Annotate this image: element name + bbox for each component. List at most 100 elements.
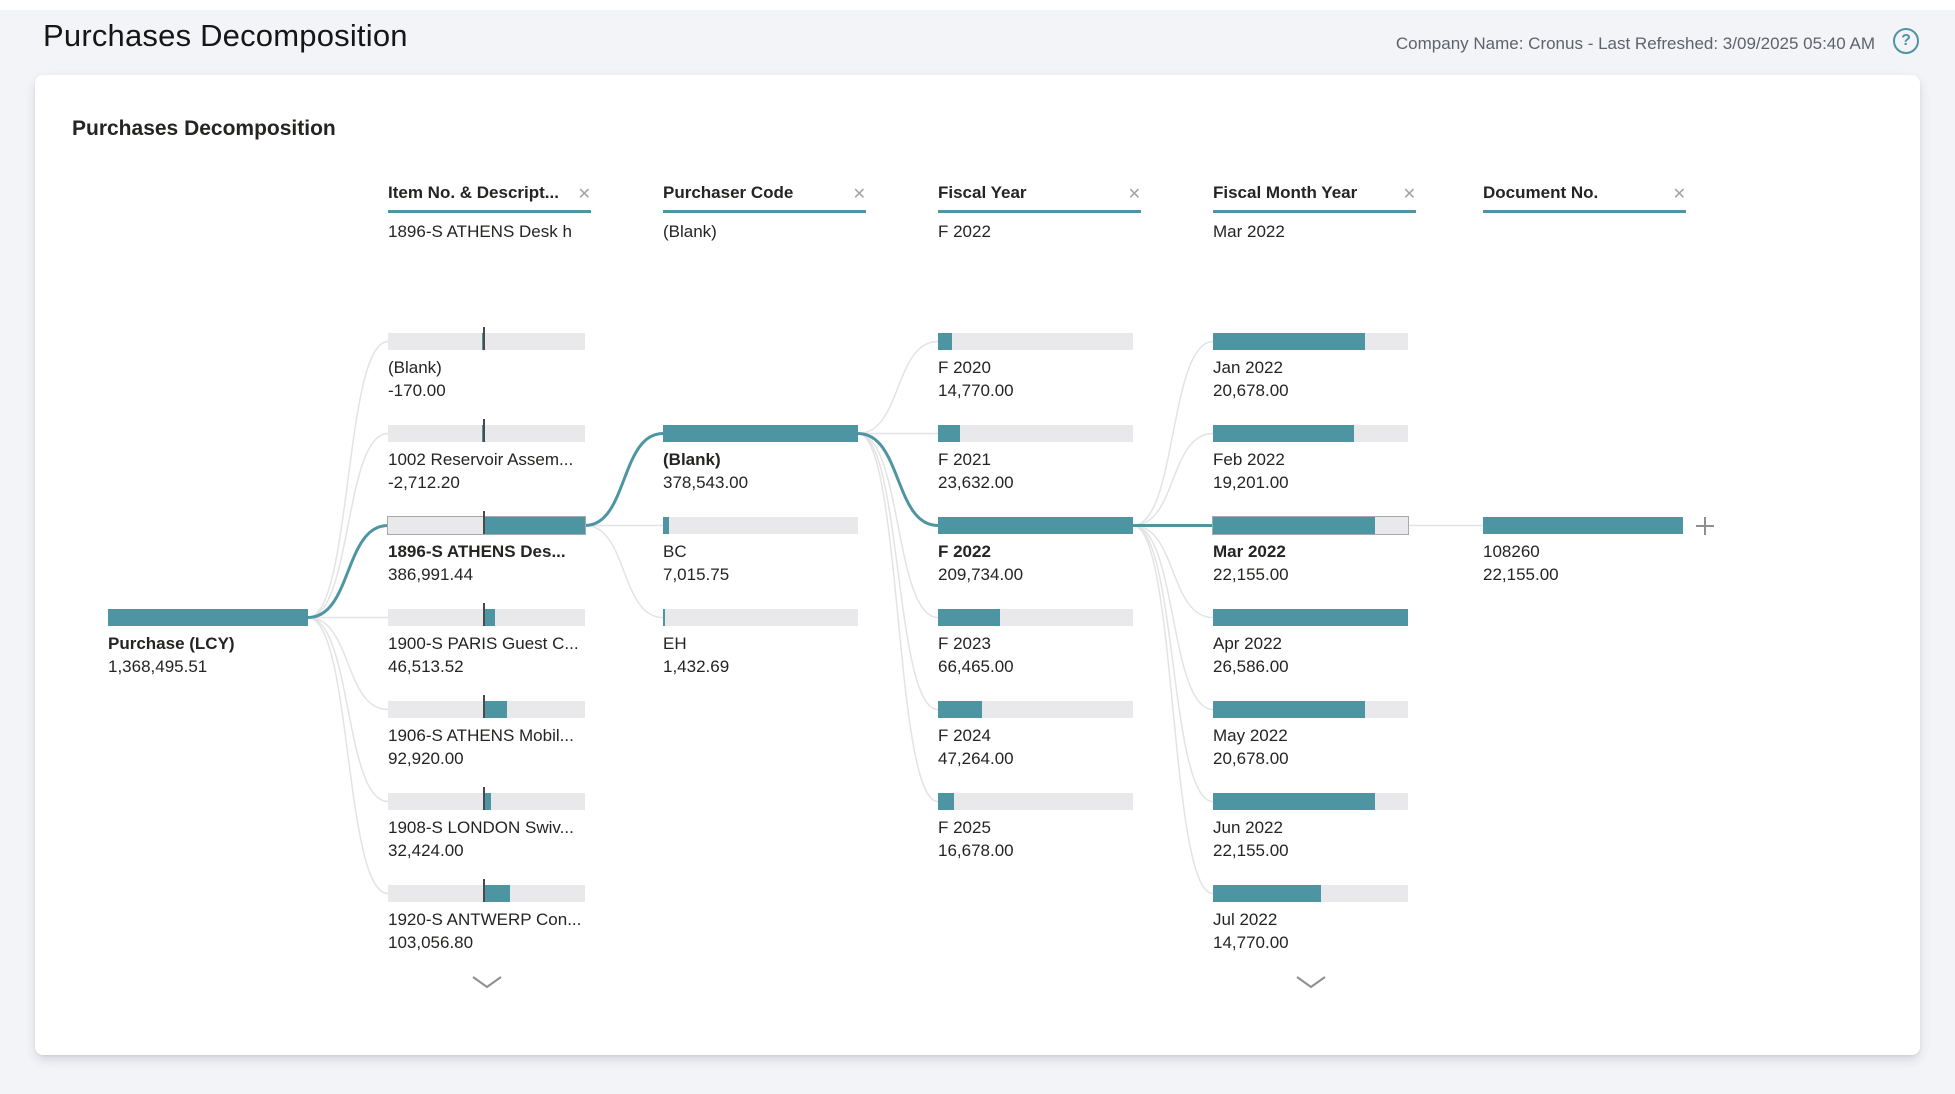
connector-line [308, 618, 388, 802]
node-bar [388, 517, 585, 534]
tree-node[interactable]: Feb 202219,201.00 [1213, 425, 1408, 494]
zero-line-tick [483, 603, 485, 626]
report-card: Purchases Decomposition Purchase (LCY)1,… [35, 75, 1920, 1055]
node-value: 23,632.00 [938, 471, 1133, 494]
node-bar-fill [663, 517, 669, 534]
node-bar [663, 425, 858, 442]
tree-node[interactable]: F 202123,632.00 [938, 425, 1133, 494]
node-bar [938, 333, 1133, 350]
root-node[interactable]: Purchase (LCY)1,368,495.51 [108, 609, 308, 678]
node-value: 32,424.00 [388, 839, 585, 862]
tree-node[interactable]: Jan 202220,678.00 [1213, 333, 1408, 402]
node-label: 108260 [1483, 540, 1683, 563]
tree-node[interactable]: Jul 202214,770.00 [1213, 885, 1408, 954]
node-label: 1896-S ATHENS Des... [388, 540, 585, 563]
tree-node[interactable]: 1906-S ATHENS Mobil...92,920.00 [388, 701, 585, 770]
node-bar [388, 425, 585, 442]
node-label: F 2020 [938, 356, 1133, 379]
node-label: F 2024 [938, 724, 1133, 747]
tree-node[interactable]: Mar 202222,155.00 [1213, 517, 1408, 586]
column-header-1: Item No. & Descript... ✕ [388, 183, 591, 213]
tree-node[interactable]: F 202366,465.00 [938, 609, 1133, 678]
node-bar [388, 701, 585, 718]
tree-node[interactable]: BC7,015.75 [663, 517, 858, 586]
node-value: 20,678.00 [1213, 379, 1408, 402]
connector-line [1133, 526, 1213, 894]
node-bar-fill [1213, 793, 1375, 810]
column-selected-value: F 2022 [938, 222, 991, 242]
close-icon[interactable]: ✕ [1667, 187, 1686, 203]
node-bar-fill [483, 517, 585, 534]
node-bar [1213, 517, 1408, 534]
close-icon[interactable]: ✕ [847, 187, 866, 203]
tree-node[interactable]: 1908-S LONDON Swiv...32,424.00 [388, 793, 585, 862]
node-bar [388, 885, 585, 902]
node-label: 1906-S ATHENS Mobil... [388, 724, 585, 747]
column-header-label: Item No. & Descript... [388, 183, 559, 203]
tree-node[interactable]: F 202516,678.00 [938, 793, 1133, 862]
node-bar [938, 793, 1133, 810]
connector-line [1133, 526, 1213, 802]
tree-node[interactable]: Apr 202226,586.00 [1213, 609, 1408, 678]
tree-node[interactable]: 1896-S ATHENS Des...386,991.44 [388, 517, 585, 586]
connector-line [858, 434, 938, 710]
chevron-down-icon[interactable] [1295, 975, 1327, 994]
node-bar-fill [1213, 425, 1354, 442]
node-value: 92,920.00 [388, 747, 585, 770]
node-bar [938, 609, 1133, 626]
node-bar-fill [938, 701, 982, 718]
tree-node[interactable]: 1900-S PARIS Guest C...46,513.52 [388, 609, 585, 678]
node-bar [388, 793, 585, 810]
node-label: 1908-S LONDON Swiv... [388, 816, 585, 839]
zero-line-tick [483, 511, 485, 534]
node-bar-fill [663, 425, 858, 442]
tree-node[interactable]: May 202220,678.00 [1213, 701, 1408, 770]
tree-node[interactable]: F 2022209,734.00 [938, 517, 1133, 586]
node-label: (Blank) [663, 448, 858, 471]
node-bar-fill [108, 609, 308, 626]
close-icon[interactable]: ✕ [572, 187, 591, 203]
tree-node[interactable]: 1002 Reservoir Assem...-2,712.20 [388, 425, 585, 494]
column-header-label: Document No. [1483, 183, 1598, 203]
node-value: 386,991.44 [388, 563, 585, 586]
tree-node[interactable]: Jun 202222,155.00 [1213, 793, 1408, 862]
node-bar [1483, 517, 1683, 534]
tree-node[interactable]: 10826022,155.00 [1483, 517, 1683, 586]
tree-node[interactable]: F 202447,264.00 [938, 701, 1133, 770]
window-top-strip [0, 0, 1955, 10]
node-value: 378,543.00 [663, 471, 858, 494]
node-bar [663, 609, 858, 626]
tree-node[interactable]: EH1,432.69 [663, 609, 858, 678]
node-bar-fill [1213, 701, 1365, 718]
column-header-label: Purchaser Code [663, 183, 793, 203]
close-icon[interactable]: ✕ [1397, 187, 1416, 203]
tree-node[interactable]: F 202014,770.00 [938, 333, 1133, 402]
connector-line [308, 434, 388, 618]
chevron-down-icon[interactable] [471, 975, 503, 994]
expand-plus-icon[interactable] [1695, 516, 1715, 541]
column-header-2: Purchaser Code ✕ [663, 183, 866, 213]
zero-line-tick [483, 327, 485, 350]
zero-line-tick [483, 787, 485, 810]
connector-line-selected [858, 434, 938, 526]
node-label: 1002 Reservoir Assem... [388, 448, 585, 471]
node-bar-fill [938, 609, 1000, 626]
tree-node[interactable]: (Blank)-170.00 [388, 333, 585, 402]
node-bar-fill [483, 885, 511, 902]
node-bar-fill [1213, 609, 1408, 626]
connector-line-selected [308, 526, 388, 618]
node-bar-fill [1213, 333, 1365, 350]
tree-node[interactable]: 1920-S ANTWERP Con...103,056.80 [388, 885, 585, 954]
help-icon[interactable]: ? [1893, 28, 1919, 54]
node-value: 1,368,495.51 [108, 655, 308, 678]
column-header-label: Fiscal Month Year [1213, 183, 1357, 203]
close-icon[interactable]: ✕ [1122, 187, 1141, 203]
connector-line [858, 434, 938, 618]
node-bar-fill [938, 793, 954, 810]
column-selected-value: Mar 2022 [1213, 222, 1285, 242]
connector-line [858, 434, 938, 802]
node-value: 19,201.00 [1213, 471, 1408, 494]
node-value: 14,770.00 [938, 379, 1133, 402]
tree-node[interactable]: (Blank)378,543.00 [663, 425, 858, 494]
node-label: F 2025 [938, 816, 1133, 839]
